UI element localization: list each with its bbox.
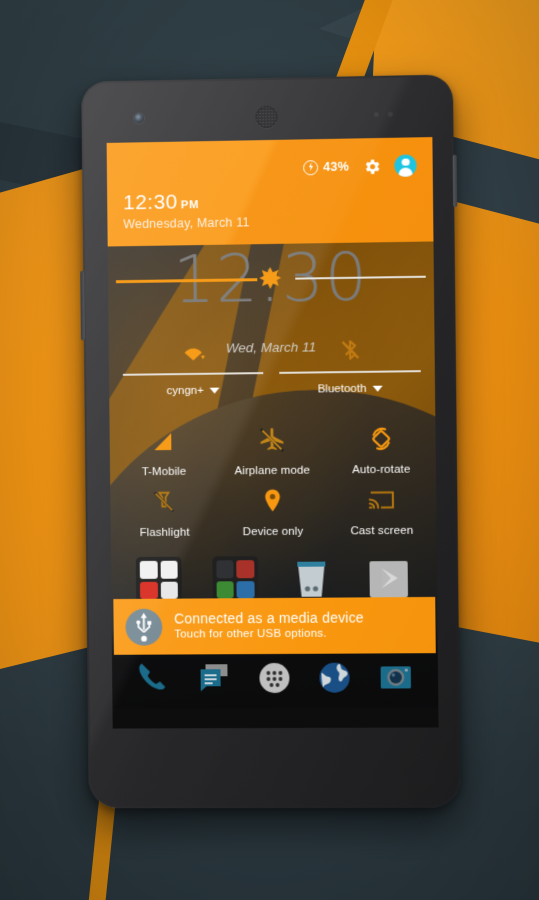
usb-icon bbox=[125, 608, 162, 645]
battery-charging-icon bbox=[303, 160, 318, 175]
gear-icon[interactable] bbox=[362, 157, 381, 176]
tile-location[interactable]: Device only bbox=[218, 478, 327, 540]
tile-auto-rotate[interactable]: Auto-rotate bbox=[326, 416, 436, 478]
header-time: 12:30 PM bbox=[123, 187, 433, 214]
cast-screen-icon bbox=[327, 483, 437, 516]
home-app-row bbox=[111, 555, 437, 603]
folder-mini-icon bbox=[237, 581, 255, 599]
proximity-sensor-icon bbox=[374, 112, 379, 117]
earpiece-speaker-icon bbox=[255, 106, 277, 128]
light-sensor-icon bbox=[388, 112, 393, 117]
tile-cast-screen-label: Cast screen bbox=[327, 525, 436, 538]
phone-device: 43% 12:30 PM Wednesday, March 11 Wed, Ma… bbox=[81, 74, 460, 808]
folder-mini-icon bbox=[216, 581, 234, 599]
clock-widget[interactable]: 12:30 bbox=[108, 241, 435, 338]
location-pin-icon bbox=[218, 484, 327, 517]
flashlight-off-icon bbox=[110, 485, 218, 518]
toggle-bluetooth-label: Bluetooth bbox=[318, 383, 367, 396]
folder-mini-icon bbox=[140, 581, 158, 599]
header-date: Wednesday, March 11 bbox=[123, 212, 433, 231]
tile-auto-rotate-label: Auto-rotate bbox=[327, 463, 436, 476]
toggle-wifi-rule bbox=[123, 372, 263, 375]
folder-mini-icon bbox=[161, 581, 179, 599]
auto-rotate-icon bbox=[326, 422, 436, 455]
toggle-bluetooth-rule bbox=[279, 370, 420, 373]
connectivity-toggle-row: Wed, March 11 cyngn+ Bluetooth bbox=[109, 334, 436, 412]
folder-mini-icon bbox=[237, 560, 255, 578]
volume-button[interactable] bbox=[80, 271, 85, 341]
airplane-off-icon bbox=[218, 423, 327, 456]
folder-mini-icon bbox=[160, 561, 178, 579]
status-bar: 43% bbox=[107, 137, 433, 185]
notification-subtitle: Touch for other USB options. bbox=[174, 627, 364, 643]
notification-title: Connected as a media device bbox=[174, 609, 364, 628]
folder-mini-icon bbox=[140, 561, 158, 579]
battery-percent-label: 43% bbox=[323, 160, 349, 174]
google-folder-icon[interactable] bbox=[136, 557, 182, 603]
tile-t-mobile-label: T-Mobile bbox=[110, 466, 218, 479]
signal-bars-icon bbox=[110, 425, 218, 458]
header-time-ampm: PM bbox=[181, 199, 199, 211]
tile-airplane-mode[interactable]: Airplane mode bbox=[218, 417, 327, 479]
battery-status[interactable]: 43% bbox=[303, 159, 349, 175]
power-button[interactable] bbox=[453, 155, 458, 207]
toggle-wifi-label-row: cyngn+ bbox=[115, 384, 271, 398]
chevron-down-icon[interactable] bbox=[372, 386, 382, 392]
toggle-bluetooth[interactable]: Bluetooth bbox=[271, 334, 429, 410]
header-clock: 12:30 PM Wednesday, March 11 bbox=[107, 179, 433, 231]
tile-row-2: Flashlight Device only Cast screen bbox=[110, 477, 436, 541]
home-dock bbox=[112, 649, 438, 707]
phone-icon[interactable] bbox=[133, 658, 175, 700]
tile-cast-screen[interactable]: Cast screen bbox=[327, 477, 437, 539]
toggle-wifi[interactable]: cyngn+ bbox=[115, 336, 272, 412]
tile-flashlight-label: Flashlight bbox=[111, 526, 219, 539]
toggle-wifi-label: cyngn+ bbox=[167, 385, 204, 397]
phone-body: 43% 12:30 PM Wednesday, March 11 Wed, Ma… bbox=[83, 76, 458, 806]
quick-settings-header: 43% 12:30 PM Wednesday, March 11 bbox=[107, 137, 434, 246]
tile-location-label: Device only bbox=[219, 526, 328, 539]
tile-airplane-mode-label: Airplane mode bbox=[218, 464, 327, 477]
phone-screen: 43% 12:30 PM Wednesday, March 11 Wed, Ma… bbox=[107, 137, 439, 728]
header-time-value: 12:30 bbox=[123, 191, 178, 215]
quick-settings-tiles: T-Mobile Airplane mode Auto-rotate Flash… bbox=[109, 408, 436, 541]
play-store-app-icon[interactable] bbox=[365, 555, 412, 601]
notification-usb[interactable]: Connected as a media device Touch for ot… bbox=[113, 597, 435, 655]
front-camera-icon bbox=[134, 113, 144, 123]
tile-t-mobile[interactable]: T-Mobile bbox=[109, 419, 218, 481]
app-drawer-icon[interactable] bbox=[253, 657, 295, 699]
folder-mini-icon bbox=[216, 560, 234, 578]
user-avatar-icon[interactable] bbox=[394, 154, 416, 176]
wifi-icon bbox=[115, 338, 272, 368]
tile-flashlight[interactable]: Flashlight bbox=[110, 479, 219, 541]
bluetooth-icon bbox=[271, 336, 429, 366]
cyanogenmod-app-icon[interactable] bbox=[288, 556, 335, 602]
navigation-strip bbox=[113, 707, 439, 728]
tile-row-1: T-Mobile Airplane mode Auto-rotate bbox=[109, 416, 435, 480]
messaging-icon[interactable] bbox=[193, 657, 235, 699]
notification-text: Connected as a media device Touch for ot… bbox=[174, 609, 364, 643]
media-folder-icon[interactable] bbox=[212, 556, 258, 602]
toggle-bluetooth-label-row: Bluetooth bbox=[271, 382, 429, 396]
chevron-down-icon[interactable] bbox=[210, 388, 220, 394]
browser-globe-icon[interactable] bbox=[314, 657, 357, 699]
camera-icon[interactable] bbox=[374, 656, 417, 698]
